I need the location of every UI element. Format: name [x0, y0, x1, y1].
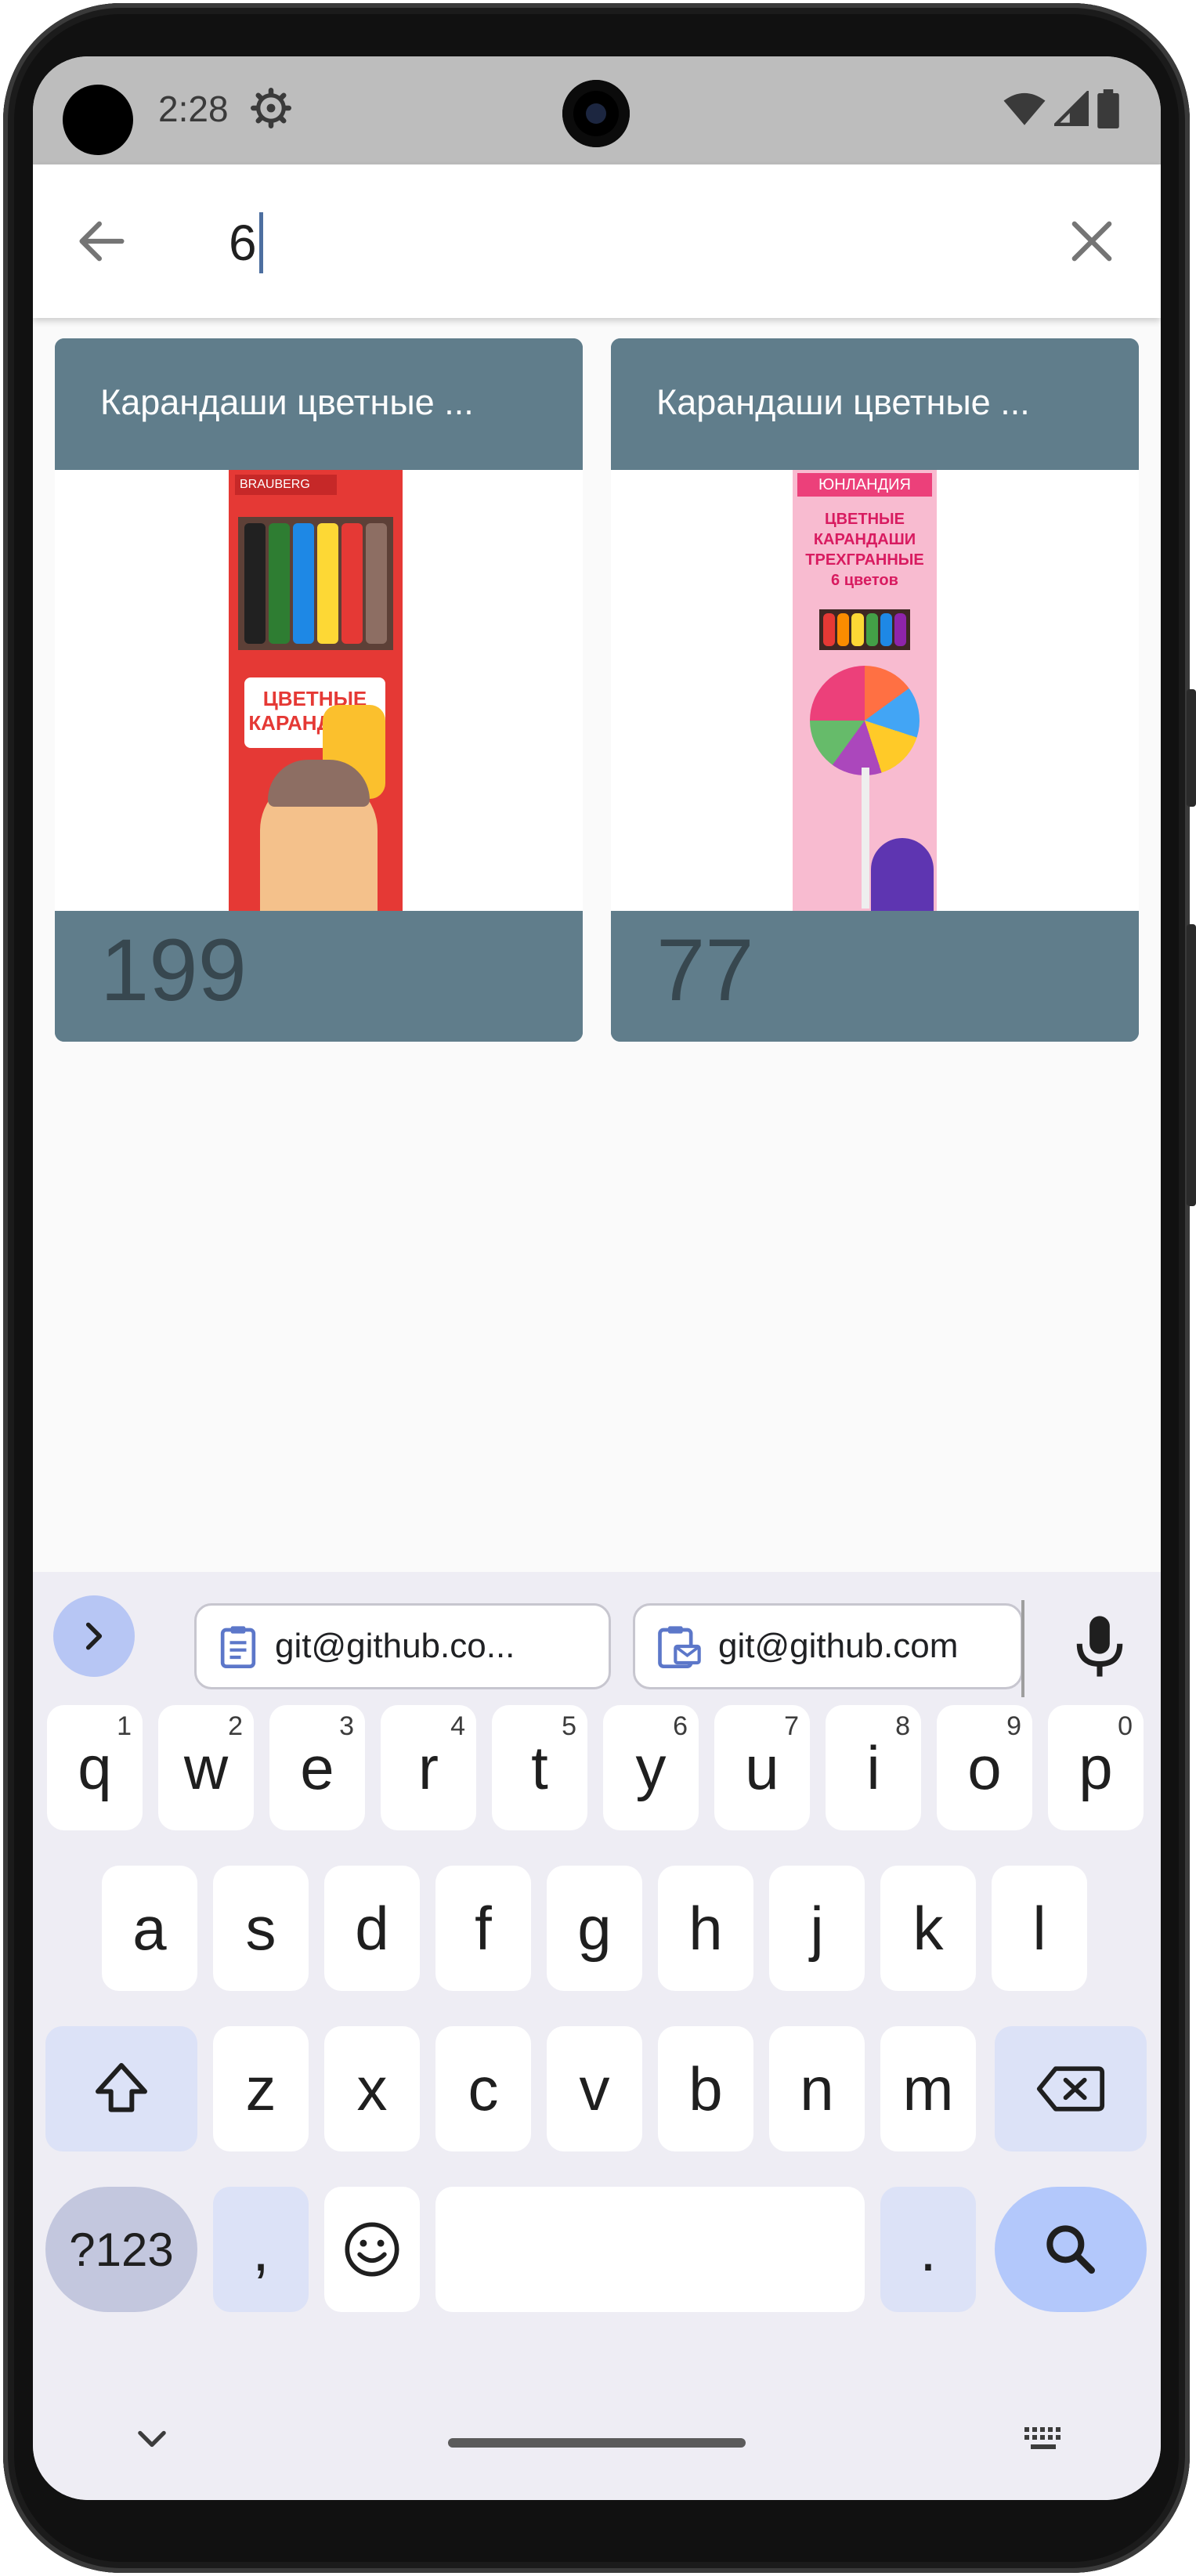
text-caret — [258, 212, 263, 273]
keyboard: git@github.co... git@github.com q 1 w 2 … — [33, 1572, 1161, 2500]
status-bar: 2:28 — [33, 56, 1161, 164]
pencils-window — [819, 609, 910, 650]
suggestion-text: git@github.com — [718, 1627, 959, 1665]
suggestion-strip: git@github.co... git@github.com — [33, 1572, 1161, 1697]
device-frame: 2:28 6 Карандаши цветные ... BRAUBERG ЦВ… — [0, 0, 1196, 2576]
suggestion-divider — [1021, 1600, 1024, 1697]
settings-gear-icon — [251, 88, 291, 128]
key-i[interactable]: i8 — [826, 1705, 921, 1830]
signal-icon — [1054, 91, 1089, 126]
product-image: ЮНЛАНДИЯ ЦВЕТНЫЕ КАРАНДАШИ ТРЕХГРАННЫЕ 6… — [611, 470, 1139, 911]
power-button — [1187, 924, 1196, 1206]
key-j[interactable]: j — [769, 1866, 865, 1991]
volume-button — [1187, 689, 1196, 807]
shift-key[interactable] — [45, 2026, 197, 2151]
key-u[interactable]: u7 — [714, 1705, 810, 1830]
key-m[interactable]: m — [880, 2026, 976, 2151]
status-time: 2:28 — [158, 89, 229, 129]
product-title: Карандаши цветные ... — [55, 338, 583, 470]
clipboard-icon — [220, 1626, 256, 1668]
pencil-box-image: ЮНЛАНДИЯ ЦВЕТНЫЕ КАРАНДАШИ ТРЕХГРАННЫЕ 6… — [793, 470, 937, 911]
front-camera — [562, 80, 630, 147]
suggestion-text: git@github.co... — [275, 1627, 515, 1665]
key-h[interactable]: h — [658, 1866, 753, 1991]
product-image: BRAUBERG ЦВЕТНЫЕ КАРАНДАШИ — [55, 470, 583, 911]
search-icon — [1046, 2225, 1095, 2274]
pencils-window — [238, 517, 393, 650]
period-key[interactable]: . — [880, 2187, 976, 2312]
comma-key[interactable]: , — [213, 2187, 309, 2312]
screen: 2:28 6 Карандаши цветные ... BRAUBERG ЦВ… — [33, 56, 1161, 2500]
product-card[interactable]: Карандаши цветные ... BRAUBERG ЦВЕТНЫЕ К — [55, 338, 583, 1042]
key-n[interactable]: n — [769, 2026, 865, 2151]
key-p[interactable]: p0 — [1048, 1705, 1144, 1830]
key-y[interactable]: y6 — [603, 1705, 699, 1830]
product-title: Карандаши цветные ... — [611, 338, 1139, 470]
search-key[interactable] — [995, 2187, 1147, 2312]
key-f[interactable]: f — [435, 1866, 531, 1991]
search-input[interactable]: 6 — [229, 211, 263, 274]
home-indicator[interactable] — [448, 2438, 746, 2448]
chevron-right-icon — [85, 1622, 103, 1650]
search-bar: 6 — [33, 164, 1161, 318]
key-w[interactable]: w2 — [158, 1705, 254, 1830]
product-card[interactable]: Карандаши цветные ... ЮНЛАНДИЯ ЦВЕТНЫЕ К… — [611, 338, 1139, 1042]
key-e[interactable]: e3 — [269, 1705, 365, 1830]
key-v[interactable]: v — [547, 2026, 642, 2151]
wifi-icon — [1003, 92, 1046, 125]
lollipop-stick — [862, 768, 869, 909]
key-r[interactable]: r4 — [381, 1705, 476, 1830]
brand-logo: BRAUBERG — [235, 475, 337, 495]
emoji-icon — [345, 2222, 399, 2277]
key-a[interactable]: a — [102, 1866, 197, 1991]
arrow-left-icon[interactable] — [72, 211, 132, 271]
product-grid: Карандаши цветные ... BRAUBERG ЦВЕТНЫЕ К — [55, 338, 1139, 1042]
search-input-value: 6 — [229, 215, 257, 271]
keyboard-switch-icon[interactable] — [1021, 2422, 1065, 2454]
expand-toolbar-button[interactable] — [53, 1595, 135, 1677]
key-c[interactable]: c — [435, 2026, 531, 2151]
key-d[interactable]: d — [324, 1866, 420, 1991]
key-l[interactable]: l — [992, 1866, 1087, 1991]
key-o[interactable]: o9 — [937, 1705, 1032, 1830]
emoji-key[interactable] — [324, 2187, 420, 2312]
microphone-icon[interactable] — [1068, 1611, 1131, 1682]
lollipop-illustration — [810, 666, 920, 775]
brand-logo: ЮНЛАНДИЯ — [797, 473, 932, 497]
key-t[interactable]: t5 — [492, 1705, 587, 1830]
space-key[interactable] — [435, 2187, 865, 2312]
symbols-key[interactable]: ?123 — [45, 2187, 197, 2312]
shift-arrow-icon — [96, 2063, 147, 2112]
camera-cutout — [63, 85, 133, 155]
close-icon[interactable] — [1062, 211, 1122, 271]
key-g[interactable]: g — [547, 1866, 642, 1991]
key-k[interactable]: k — [880, 1866, 976, 1991]
key-x[interactable]: x — [324, 2026, 420, 2151]
backspace-icon — [1036, 2066, 1105, 2112]
clipboard-suggestion[interactable]: git@github.com — [633, 1603, 1023, 1689]
clipboard-suggestion[interactable]: git@github.co... — [194, 1603, 611, 1689]
backspace-key[interactable] — [995, 2026, 1147, 2151]
battery-icon — [1097, 89, 1119, 128]
clipboard-email-icon — [658, 1626, 701, 1668]
key-z[interactable]: z — [213, 2026, 309, 2151]
key-s[interactable]: s — [213, 1866, 309, 1991]
status-icons — [1003, 89, 1120, 128]
product-price: 77 — [611, 911, 1139, 1042]
navigation-row — [33, 2402, 1161, 2500]
key-b[interactable]: b — [658, 2026, 753, 2151]
product-price: 199 — [55, 911, 583, 1042]
pencil-box-image: BRAUBERG ЦВЕТНЫЕ КАРАНДАШИ — [229, 470, 403, 911]
monster-illustration — [871, 838, 934, 911]
box-label: ЦВЕТНЫЕ КАРАНДАШИ ТРЕХГРАННЫЕ 6 цветов — [805, 511, 924, 589]
hide-keyboard-chevron-icon[interactable] — [132, 2424, 172, 2455]
key-q[interactable]: q1 — [47, 1705, 143, 1830]
